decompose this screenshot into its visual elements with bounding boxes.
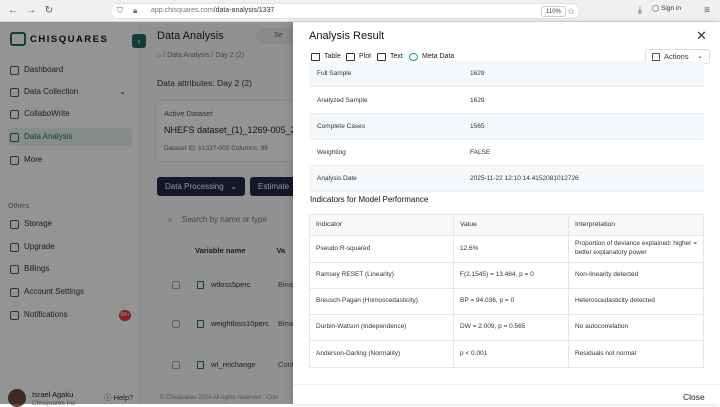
url-text: app.chisquares.com/data-analysis/1337 bbox=[151, 7, 275, 14]
summary-row: Full Sample 1629 bbox=[309, 61, 704, 87]
column-header: Interpretation bbox=[575, 221, 616, 229]
value-cell: DW = 2.009, p = 0.565 bbox=[454, 315, 569, 340]
summary-value: 1629 bbox=[470, 97, 485, 104]
zoom-level[interactable]: 110% bbox=[541, 6, 566, 17]
menu-icon[interactable]: ≡ bbox=[700, 4, 714, 18]
lock-icon: 🔒︎ bbox=[133, 6, 138, 15]
summary-value: 2025-11-22 12:10:14.4152081012726 bbox=[470, 175, 579, 182]
table-icon bbox=[311, 53, 320, 61]
summary-key: Complete Cases bbox=[317, 123, 366, 130]
shield-icon: ⛉ bbox=[117, 6, 123, 15]
table-row: Durbin-Watson (Independence) DW = 2.009,… bbox=[310, 315, 703, 341]
tab-meta-data[interactable]: Meta Data bbox=[409, 53, 455, 61]
indicator-cell: Anderson-Darling (Normality) bbox=[310, 341, 454, 367]
tab-label: Table bbox=[324, 53, 341, 60]
column-header: Indicator bbox=[310, 215, 454, 235]
summary-row: Analysis Date 2025-11-22 12:10:14.4152081… bbox=[309, 166, 704, 192]
tab-label: Meta Data bbox=[422, 53, 455, 60]
indicator-cell: Durbin-Watson (Independence) bbox=[310, 315, 454, 340]
reload-icon[interactable]: ↻ bbox=[42, 4, 56, 18]
forward-icon[interactable]: → bbox=[24, 4, 38, 18]
tab-label: Plot bbox=[359, 53, 372, 60]
summary-value: 1629 bbox=[470, 70, 485, 77]
grid-icon bbox=[652, 53, 660, 61]
value-cell: 12.6% bbox=[454, 236, 569, 262]
column-header: Value bbox=[454, 215, 569, 235]
table-header-row: Indicator Value Interpretation bbox=[310, 215, 703, 236]
interpretation-cell: Proportion of deviance explained: higher… bbox=[575, 240, 697, 256]
back-icon[interactable]: ← bbox=[6, 4, 20, 18]
value-cell: p < 0.001 bbox=[454, 341, 569, 367]
table-row: Ramsey RESET (Linearity) F(2,1545) = 13.… bbox=[310, 263, 703, 289]
tab-plot[interactable]: Plot bbox=[346, 53, 372, 61]
text-icon bbox=[377, 53, 386, 61]
interpretation-cell: Heteroscedasticity detected bbox=[575, 297, 655, 305]
indicators-heading: Indicators for Model Performance bbox=[310, 195, 429, 204]
table-row: Breusch-Pagan (Homoscedasticity) BP = 94… bbox=[310, 289, 703, 315]
plot-icon bbox=[346, 53, 355, 61]
table-row: Anderson-Darling (Normality) p < 0.001 R… bbox=[310, 341, 703, 367]
indicator-cell: Pseudo R-squared bbox=[310, 236, 454, 262]
panel-title: Analysis Result bbox=[309, 30, 385, 42]
modal-backdrop[interactable] bbox=[0, 22, 293, 404]
summary-key: Full Sample bbox=[317, 70, 352, 77]
browser-toolbar: ← → ↻ ⛉ 🔒︎ app.chisquares.com/data-analy… bbox=[0, 0, 720, 22]
tab-table[interactable]: Table bbox=[311, 53, 341, 61]
indicator-cell: Breusch-Pagan (Homoscedasticity) bbox=[310, 289, 454, 314]
summary-row: Analyzed Sample 1629 bbox=[309, 88, 704, 114]
close-button[interactable]: Close bbox=[683, 392, 705, 402]
summary-key: Weighting bbox=[317, 149, 346, 156]
value-cell: F(2,1545) = 13.484, p = 0 bbox=[454, 263, 569, 288]
sign-in-button[interactable]: ◯ Sign in bbox=[652, 4, 681, 12]
summary-key: Analysis Date bbox=[317, 175, 357, 182]
interpretation-cell: Non-linearity detected bbox=[575, 271, 639, 279]
summary-value: 1565 bbox=[470, 123, 485, 130]
value-cell: BP = 94.036, p = 0 bbox=[454, 289, 569, 314]
close-icon[interactable]: ✕ bbox=[696, 28, 707, 44]
indicator-cell: Ramsey RESET (Linearity) bbox=[310, 263, 454, 288]
summary-value: FALSE bbox=[470, 149, 491, 156]
address-bar[interactable]: ⛉ 🔒︎ app.chisquares.com/data-analysis/13… bbox=[110, 3, 580, 19]
star-icon[interactable]: ☆ bbox=[567, 6, 575, 17]
summary-key: Analyzed Sample bbox=[317, 97, 368, 104]
tab-label: Text bbox=[390, 53, 403, 60]
summary-row: Weighting FALSE bbox=[309, 140, 704, 166]
interpretation-cell: No autocorrelation bbox=[575, 323, 629, 331]
divider bbox=[293, 384, 720, 385]
model-performance-table: Indicator Value Interpretation Pseudo R-… bbox=[309, 214, 704, 368]
interpretation-cell: Residuals not normal bbox=[575, 349, 637, 357]
metadata-icon bbox=[409, 53, 418, 61]
tab-text[interactable]: Text bbox=[377, 53, 403, 61]
analysis-result-panel: Analysis Result ✕ Table Plot Text Meta D… bbox=[293, 22, 720, 404]
summary-row: Complete Cases 1565 bbox=[309, 114, 704, 140]
actions-label: Actions bbox=[664, 52, 689, 61]
download-icon[interactable]: ⤓ bbox=[633, 4, 647, 18]
table-row: Pseudo R-squared 12.6% Proportion of dev… bbox=[310, 236, 703, 263]
